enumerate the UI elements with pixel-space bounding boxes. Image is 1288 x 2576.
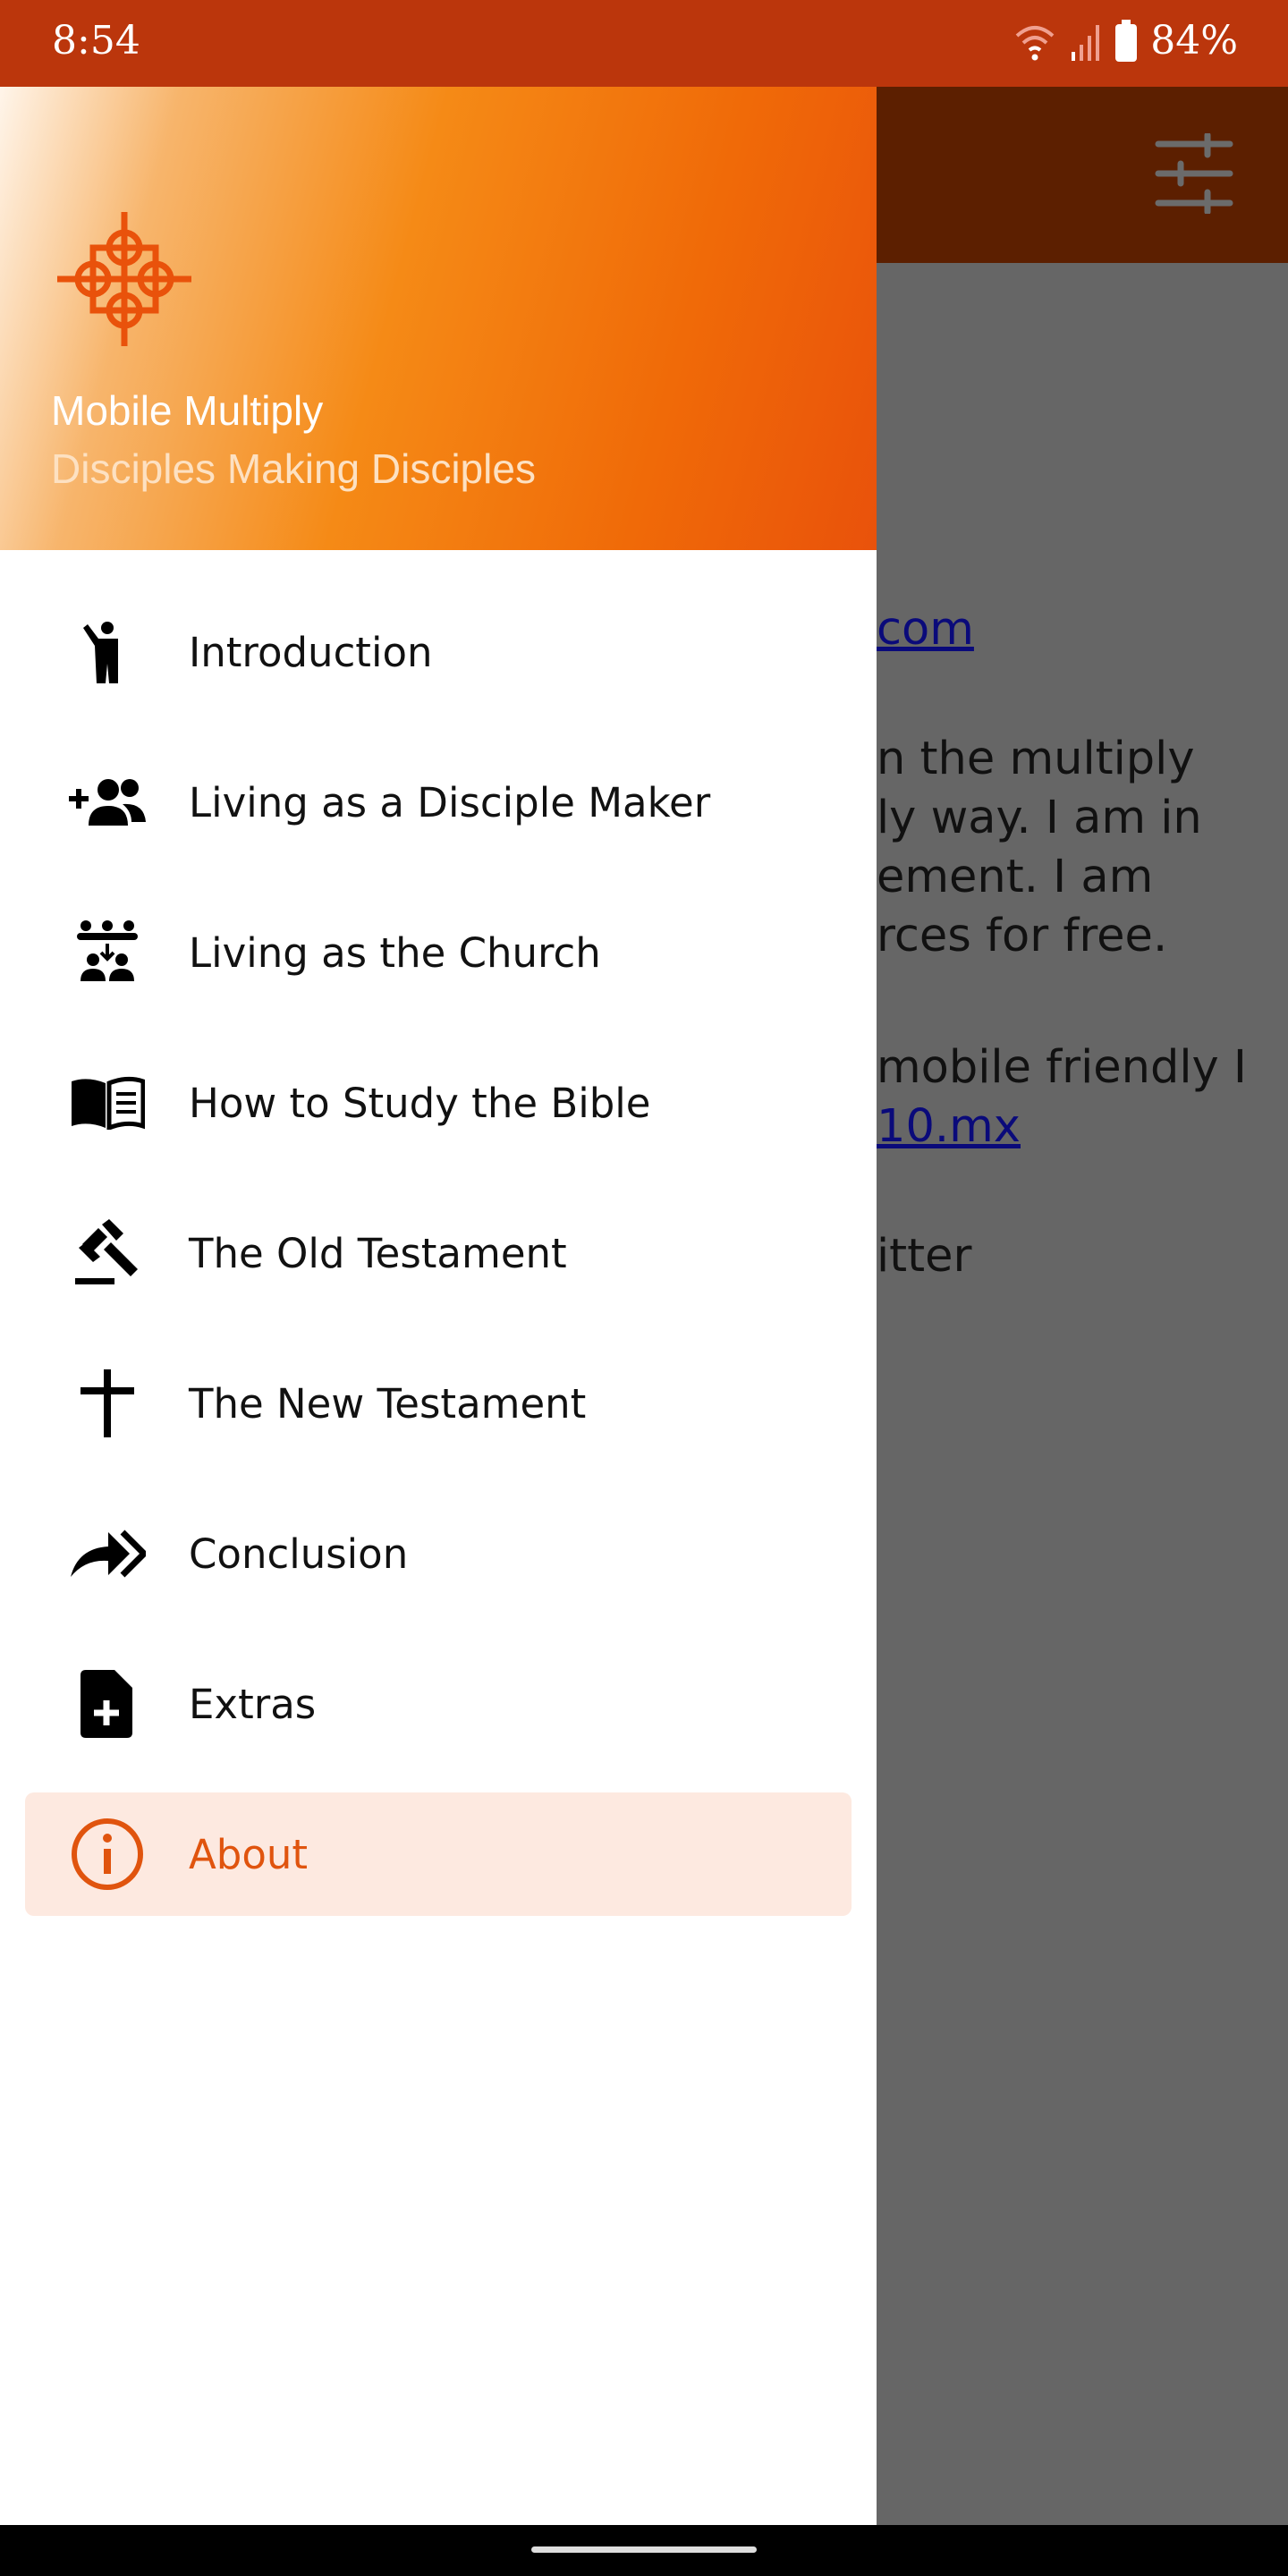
system-navigation-bar (0, 2525, 1288, 2576)
app-subtitle: Disciples Making Disciples (51, 445, 536, 492)
menu-item-label: Living as the Church (189, 928, 601, 977)
navigation-drawer: Mobile Multiply Disciples Making Discipl… (0, 87, 877, 2525)
menu-item-label: The Old Testament (189, 1229, 567, 1277)
menu-item-about[interactable]: About (0, 1779, 877, 1929)
drawer-header: Mobile Multiply Disciples Making Discipl… (0, 87, 877, 550)
menu-item-label: Conclusion (189, 1530, 409, 1578)
battery-icon (1115, 19, 1138, 62)
content-text: ly way. I am in (877, 792, 1202, 844)
content-text: itter (877, 1230, 972, 1283)
menu-item-old-testament[interactable]: The Old Testament (0, 1178, 877, 1328)
open-book-icon (66, 1062, 148, 1144)
drawer-menu: Introduction Living as a Disciple Maker … (0, 577, 877, 1929)
menu-item-extras[interactable]: Extras (0, 1629, 877, 1779)
menu-item-new-testament[interactable]: The New Testament (0, 1328, 877, 1479)
cross-icon (66, 1362, 148, 1445)
menu-item-living-as-church[interactable]: Living as the Church (0, 877, 877, 1028)
wifi-icon (1015, 25, 1055, 60)
website-link[interactable]: 10.mx (877, 1100, 1021, 1153)
menu-item-introduction[interactable]: Introduction (0, 577, 877, 727)
menu-item-study-bible[interactable]: How to Study the Bible (0, 1028, 877, 1178)
menu-item-label: The New Testament (189, 1379, 587, 1428)
person-waving-icon (66, 611, 148, 693)
tune-icon[interactable] (1154, 133, 1234, 214)
status-time: 8:54 (52, 18, 140, 64)
group-add-icon (66, 761, 148, 843)
church-group-icon (66, 911, 148, 994)
file-add-icon (66, 1663, 148, 1745)
gavel-icon (66, 1212, 148, 1294)
content-text: mobile friendly I (877, 1041, 1247, 1094)
content-text: rces for free. (877, 910, 1168, 962)
email-link[interactable]: com (877, 603, 974, 656)
menu-item-living-as-disciple-maker[interactable]: Living as a Disciple Maker (0, 727, 877, 877)
selected-highlight (25, 1792, 852, 1916)
status-bar: 8:54 84% (0, 0, 1288, 87)
info-icon (66, 1813, 148, 1895)
app-logo-icon (57, 212, 191, 346)
home-gesture-handle[interactable] (531, 2546, 757, 2553)
menu-item-label: About (189, 1830, 309, 1878)
menu-item-label: Living as a Disciple Maker (189, 778, 711, 826)
double-arrow-forward-icon (66, 1513, 148, 1595)
content-text: n the multiply (877, 733, 1195, 785)
menu-item-label: Introduction (189, 628, 433, 676)
menu-item-label: How to Study the Bible (189, 1079, 651, 1127)
battery-percent: 84% (1150, 18, 1238, 64)
signal-icon (1072, 24, 1100, 61)
menu-item-conclusion[interactable]: Conclusion (0, 1479, 877, 1629)
menu-item-label: Extras (189, 1680, 317, 1728)
app-title: Mobile Multiply (51, 387, 324, 434)
content-text: ement. I am (877, 851, 1154, 903)
